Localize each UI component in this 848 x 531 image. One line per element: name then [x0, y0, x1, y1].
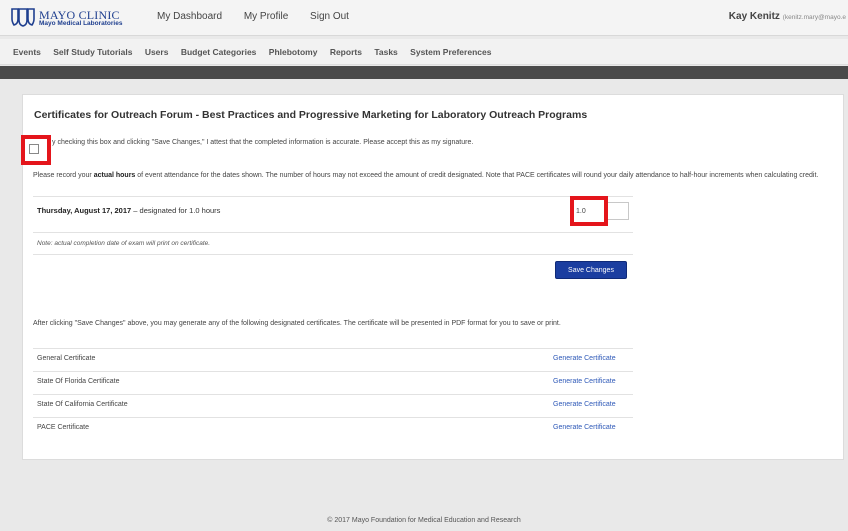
attendance-designation: – designated for 1.0 hours — [131, 206, 221, 215]
instr-text-end: of event attendance for the dates shown.… — [135, 172, 819, 179]
hours-input-edge — [608, 202, 629, 220]
top-header: MAYO CLINIC Mayo Medical Laboratories My… — [0, 0, 848, 36]
certificate-row: State Of California Certificate Generate… — [33, 394, 633, 417]
user-info: Kay Kenitz (kenitz.mary@mayo.e — [729, 11, 846, 22]
user-name: Kay Kenitz — [728, 11, 780, 22]
row-divider — [33, 232, 633, 233]
attendance-date: Thursday, August 17, 2017 – designated f… — [37, 206, 220, 215]
menu-self-study-tutorials[interactable]: Self Study Tutorials — [53, 47, 132, 57]
nav-sign-out[interactable]: Sign Out — [310, 11, 349, 22]
completion-note: Note: actual completion date of exam wil… — [37, 240, 211, 247]
certificate-name: PACE Certificate — [37, 424, 89, 431]
hours-input-highlight[interactable] — [570, 196, 608, 226]
attest-checkbox[interactable] — [29, 144, 39, 154]
certificate-name: State Of Florida Certificate — [37, 378, 120, 385]
generate-california-certificate-link[interactable]: Generate Certificate — [553, 401, 616, 408]
top-nav: My Dashboard My Profile Sign Out — [157, 11, 368, 22]
certificate-row: PACE Certificate Generate Certificate — [33, 417, 633, 440]
generate-pace-certificate-link[interactable]: Generate Certificate — [553, 424, 616, 431]
hours-input[interactable] — [576, 204, 602, 218]
save-changes-button[interactable]: Save Changes — [555, 261, 627, 279]
certificate-row: General Certificate Generate Certificate — [33, 348, 633, 371]
shield-logo-icon — [11, 8, 35, 27]
nav-my-profile[interactable]: My Profile — [244, 11, 288, 22]
footer-copyright: © 2017 Mayo Foundation for Medical Educa… — [327, 517, 521, 524]
menu-tasks[interactable]: Tasks — [374, 47, 397, 57]
user-email: (kenitz.mary@mayo.e — [782, 14, 846, 21]
certificate-name: State Of California Certificate — [37, 401, 128, 408]
menu-budget-categories[interactable]: Budget Categories — [181, 47, 257, 57]
brand-subtitle: Mayo Medical Laboratories — [39, 20, 123, 27]
certificate-row: State Of Florida Certificate Generate Ce… — [33, 371, 633, 394]
menu-users[interactable]: Users — [145, 47, 169, 57]
generate-florida-certificate-link[interactable]: Generate Certificate — [553, 378, 616, 385]
instr-bold: actual hours — [93, 172, 136, 179]
attest-checkbox-highlight[interactable] — [21, 135, 51, 165]
header-divider — [0, 66, 848, 79]
menu-system-preferences[interactable]: System Preferences — [410, 47, 491, 57]
row-divider — [33, 196, 633, 197]
mayo-logo[interactable]: MAYO CLINIC Mayo Medical Laboratories — [10, 4, 135, 32]
hours-instructions: Please record your actual hours of event… — [33, 170, 825, 181]
menu-reports[interactable]: Reports — [330, 47, 362, 57]
page-title: Certificates for Outreach Forum - Best P… — [34, 109, 588, 121]
attest-label: y checking this box and clicking "Save C… — [52, 139, 474, 146]
attendance-date-bold: Thursday, August 17, 2017 — [37, 206, 132, 215]
nav-my-dashboard[interactable]: My Dashboard — [157, 11, 222, 22]
certificate-name: General Certificate — [37, 355, 96, 362]
generate-general-certificate-link[interactable]: Generate Certificate — [553, 355, 616, 362]
row-divider — [33, 254, 633, 255]
menu-phlebotomy[interactable]: Phlebotomy — [269, 47, 318, 57]
instr-text-start: Please record your — [33, 172, 94, 179]
menu-events[interactable]: Events — [13, 47, 41, 57]
main-menu: Events Self Study Tutorials Users Budget… — [0, 39, 848, 65]
generate-instructions: After clicking "Save Changes" above, you… — [33, 320, 561, 327]
